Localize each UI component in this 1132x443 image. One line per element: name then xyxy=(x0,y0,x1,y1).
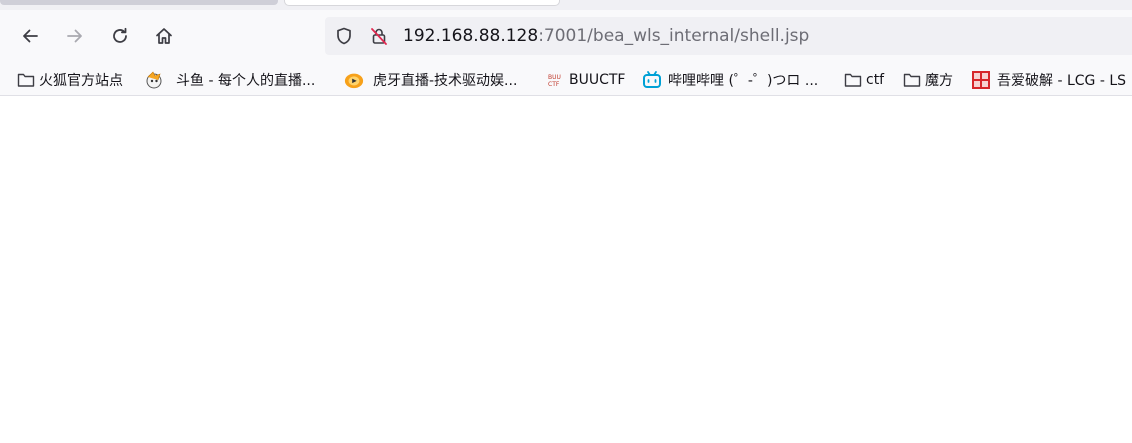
svg-text:CTF: CTF xyxy=(548,81,560,88)
bookmark-label: 魔方 xyxy=(925,73,953,89)
bookmark-huya[interactable]: 虎牙直播-技术驱动娱... xyxy=(344,68,517,92)
bookmark-label: 火狐官方站点 xyxy=(39,73,123,89)
page-content xyxy=(0,96,1132,443)
bookmarks-toolbar: 火狐官方站点 斗鱼 - 每个人的直播... 虎牙直播-技术驱动娱... BUU … xyxy=(0,64,1132,96)
bilibili-icon xyxy=(642,70,662,90)
url-path: :7001/bea_wls_internal/shell.jsp xyxy=(538,26,810,46)
svg-text:BUU: BUU xyxy=(548,74,561,81)
folder-icon xyxy=(16,70,36,90)
bookmark-bilibili[interactable]: 哔哩哔哩 (゜-゜)つロ ... xyxy=(642,68,818,92)
home-icon xyxy=(156,28,172,44)
forward-button[interactable] xyxy=(59,20,91,52)
url-text[interactable]: 192.168.88.128:7001/bea_wls_internal/she… xyxy=(403,26,809,46)
bookmark-label: 虎牙直播-技术驱动娱... xyxy=(373,73,518,89)
buuctf-icon: BUU CTF xyxy=(546,70,566,90)
bookmark-douyu[interactable]: 斗鱼 - 每个人的直播... xyxy=(144,68,315,92)
huya-icon xyxy=(344,70,364,90)
bookmark-mofang[interactable]: 魔方 xyxy=(902,68,953,92)
bookmark-label: ctf xyxy=(866,72,885,88)
home-button[interactable] xyxy=(148,20,180,52)
browser-window: 192.168.88.128:7001/bea_wls_internal/she… xyxy=(0,0,1132,443)
navigation-toolbar: 192.168.88.128:7001/bea_wls_internal/she… xyxy=(0,10,1132,64)
douyu-icon xyxy=(144,70,164,90)
folder-icon xyxy=(843,70,863,90)
bookmark-label: 斗鱼 - 每个人的直播... xyxy=(176,73,316,89)
back-button[interactable] xyxy=(14,20,46,52)
url-bar[interactable]: 192.168.88.128:7001/bea_wls_internal/she… xyxy=(325,17,1132,55)
bookmark-label: BUUCTF xyxy=(569,72,626,88)
folder-icon xyxy=(902,70,922,90)
bookmark-52pojie[interactable]: 吾爱破解 - LCG - LS xyxy=(971,68,1126,92)
reload-icon xyxy=(113,27,127,43)
shield-icon[interactable] xyxy=(334,26,354,46)
arrow-right-icon xyxy=(67,29,82,43)
bookmark-buuctf[interactable]: BUU CTF BUUCTF xyxy=(546,68,625,92)
tab-strip xyxy=(0,0,1132,10)
bookmark-ctf[interactable]: ctf xyxy=(843,68,884,92)
tab-active[interactable] xyxy=(284,0,560,6)
bookmark-firefox-official[interactable]: 火狐官方站点 xyxy=(16,68,123,92)
52pojie-icon xyxy=(971,70,991,90)
bookmark-label: 哔哩哔哩 (゜-゜)つロ ... xyxy=(668,73,819,89)
url-host: 192.168.88.128 xyxy=(403,26,539,46)
arrow-left-icon xyxy=(23,29,38,43)
reload-button[interactable] xyxy=(104,20,136,52)
tab-inactive[interactable] xyxy=(0,0,278,5)
insecure-lock-icon[interactable] xyxy=(369,26,389,46)
bookmark-label: 吾爱破解 - LCG - LS xyxy=(997,73,1127,89)
